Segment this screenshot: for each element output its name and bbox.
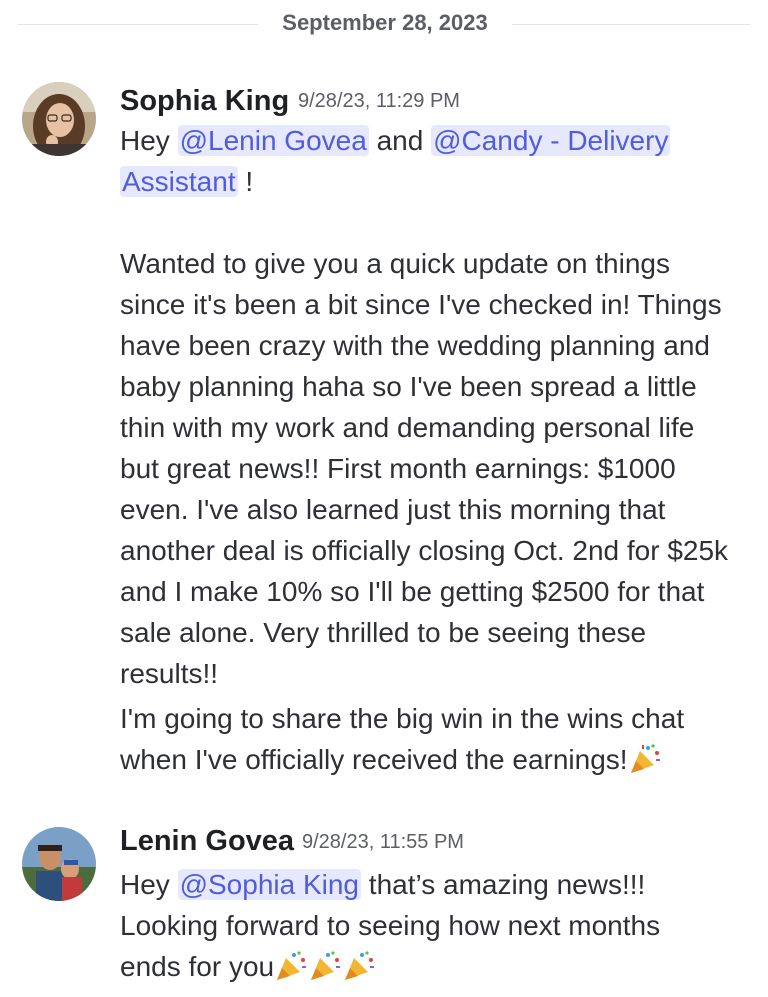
- avatar[interactable]: [22, 82, 96, 156]
- message-paragraph: I'm going to share the big win in the wi…: [120, 698, 740, 780]
- mention-lenin[interactable]: @Lenin Govea: [177, 125, 369, 156]
- text: and: [368, 125, 432, 156]
- author-name[interactable]: Sophia King: [120, 85, 289, 118]
- author-name[interactable]: Lenin Govea: [120, 825, 294, 858]
- message-line: ends for you: [120, 946, 740, 987]
- mention-sophia[interactable]: @Sophia King: [177, 869, 362, 900]
- divider-line-left: [18, 24, 258, 25]
- mention-candy[interactable]: @Candy - Delivery: [431, 125, 671, 156]
- text: ends for you: [120, 951, 275, 982]
- text: that’s amazing news!!!: [361, 869, 646, 900]
- message-line: Looking forward to seeing how next month…: [120, 910, 661, 941]
- mention-candy-cont[interactable]: Assistant: [120, 166, 238, 197]
- avatar[interactable]: [22, 827, 96, 901]
- message-timestamp: 9/28/23, 11:55 PM: [302, 831, 464, 853]
- party-popper-icon: [308, 950, 342, 982]
- text: Hey: [120, 125, 178, 156]
- message-body: Hey @Sophia King that’s amazing news!!! …: [120, 864, 740, 987]
- message-line: Hey @Sophia King that’s amazing news!!!: [120, 864, 740, 905]
- message-paragraph: Wanted to give you a quick update on thi…: [120, 248, 729, 689]
- party-popper-icon: [628, 743, 662, 775]
- divider-line-right: [512, 24, 750, 25]
- date-divider: September 28, 2023: [0, 0, 768, 50]
- divider-date: September 28, 2023: [282, 10, 488, 35]
- party-popper-icon: [342, 950, 376, 982]
- party-popper-icon: [274, 950, 308, 982]
- text: I'm going to share the big win in the wi…: [120, 703, 685, 775]
- message-line: Hey @Lenin Govea and @Candy - Delivery As…: [120, 120, 740, 202]
- message-body: Hey @Lenin Govea and @Candy - Delivery As…: [120, 120, 740, 780]
- text: Hey: [120, 869, 178, 900]
- message-timestamp: 9/28/23, 11:29 PM: [298, 90, 460, 112]
- text: !: [237, 166, 254, 197]
